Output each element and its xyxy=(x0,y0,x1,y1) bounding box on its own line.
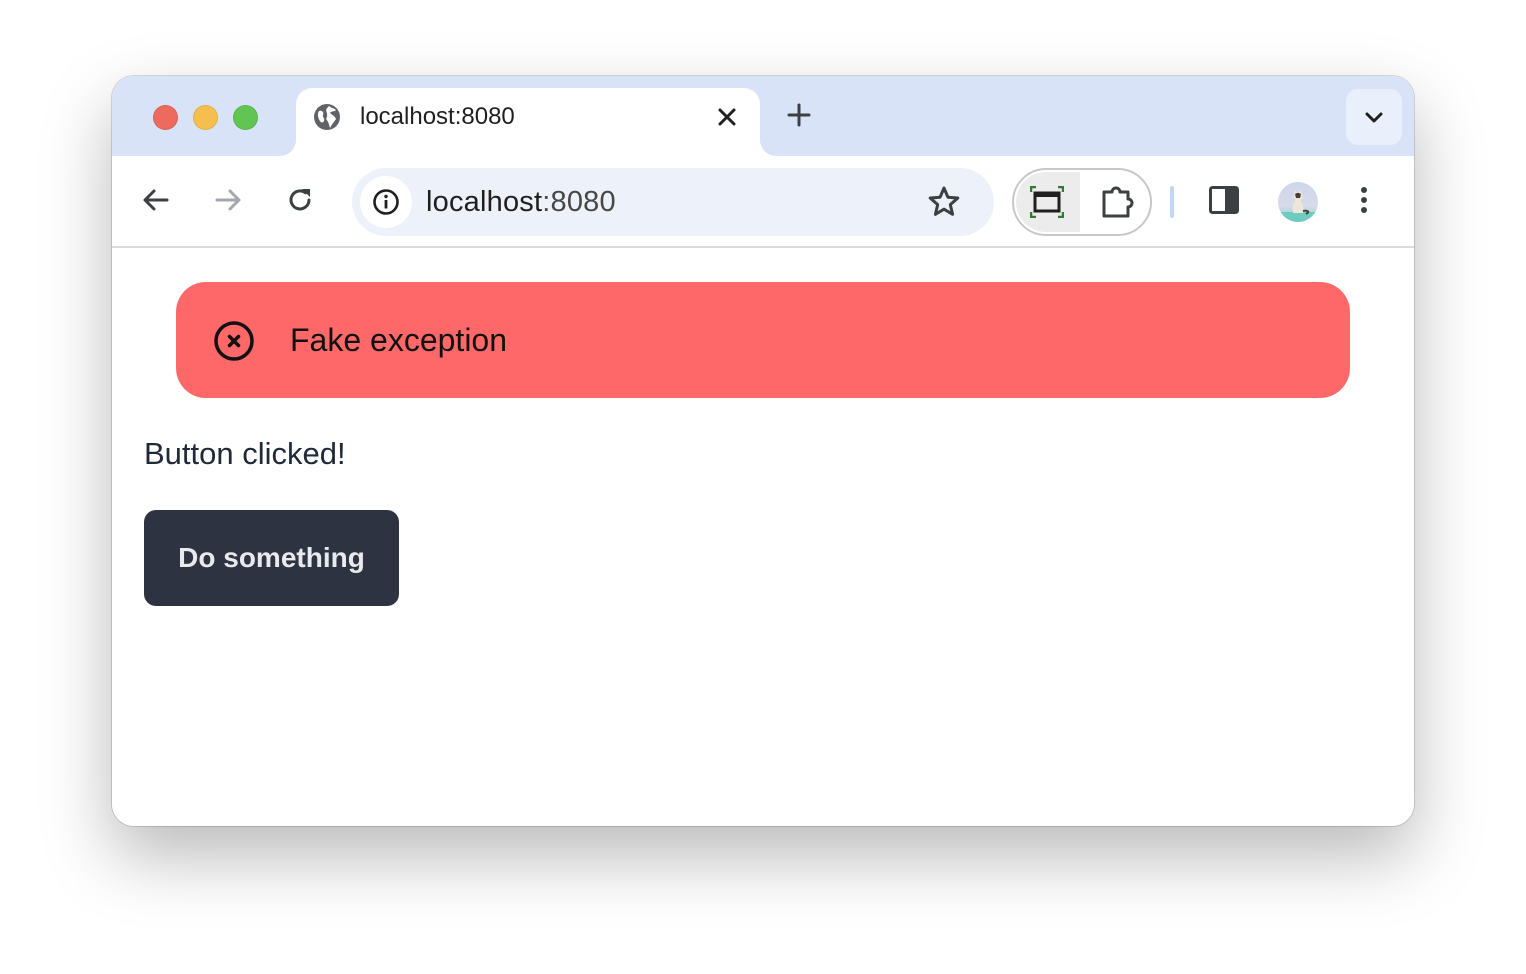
close-window-button[interactable] xyxy=(153,105,178,130)
status-text: Button clicked! xyxy=(144,436,346,471)
url-port: :8080 xyxy=(542,186,616,218)
cat-avatar-image xyxy=(1278,190,1318,222)
toolbar-divider xyxy=(1170,186,1174,218)
arrow-left-icon[interactable] xyxy=(140,184,172,216)
plus-icon[interactable] xyxy=(784,100,814,130)
info-icon xyxy=(373,189,399,215)
address-bar[interactable]: localhost:8080 xyxy=(352,168,994,236)
maximize-window-button[interactable] xyxy=(233,105,258,130)
error-alert: Fake exception xyxy=(176,282,1350,398)
tab-strip: localhost:8080 xyxy=(112,76,1414,158)
minimize-window-button[interactable] xyxy=(193,105,218,130)
tab-search-button[interactable] xyxy=(1346,89,1402,145)
side-panel-icon[interactable] xyxy=(1208,184,1240,216)
reload-icon[interactable] xyxy=(284,184,316,216)
star-icon[interactable] xyxy=(926,184,962,220)
url-text[interactable]: localhost:8080 xyxy=(426,186,616,218)
browser-toolbar: localhost:8080 xyxy=(112,156,1414,248)
alert-message: Fake exception xyxy=(290,322,508,358)
kebab-menu-icon[interactable] xyxy=(1356,184,1372,216)
puzzle-icon[interactable] xyxy=(1100,184,1138,220)
browser-window: localhost:8080 localhost:8080 Fake excep… xyxy=(112,76,1414,826)
site-info-button[interactable] xyxy=(360,176,412,228)
screenshot-extension-button[interactable] xyxy=(1016,172,1080,232)
screenshot-capture-icon xyxy=(1030,186,1064,218)
arrow-right-icon[interactable] xyxy=(212,184,244,216)
error-circle-icon xyxy=(214,321,254,361)
avatar[interactable] xyxy=(1278,182,1318,222)
chevron-down-icon xyxy=(1365,112,1383,123)
url-host: localhost xyxy=(426,186,543,218)
extensions-group xyxy=(1012,168,1152,236)
do-something-button[interactable]: Do something xyxy=(144,510,399,606)
browser-tab[interactable]: localhost:8080 xyxy=(296,88,760,158)
tab-title: localhost:8080 xyxy=(360,103,515,130)
globe-icon xyxy=(314,104,340,130)
close-icon[interactable] xyxy=(714,104,740,130)
page-content: Fake exception Button clicked! Do someth… xyxy=(112,248,1414,826)
